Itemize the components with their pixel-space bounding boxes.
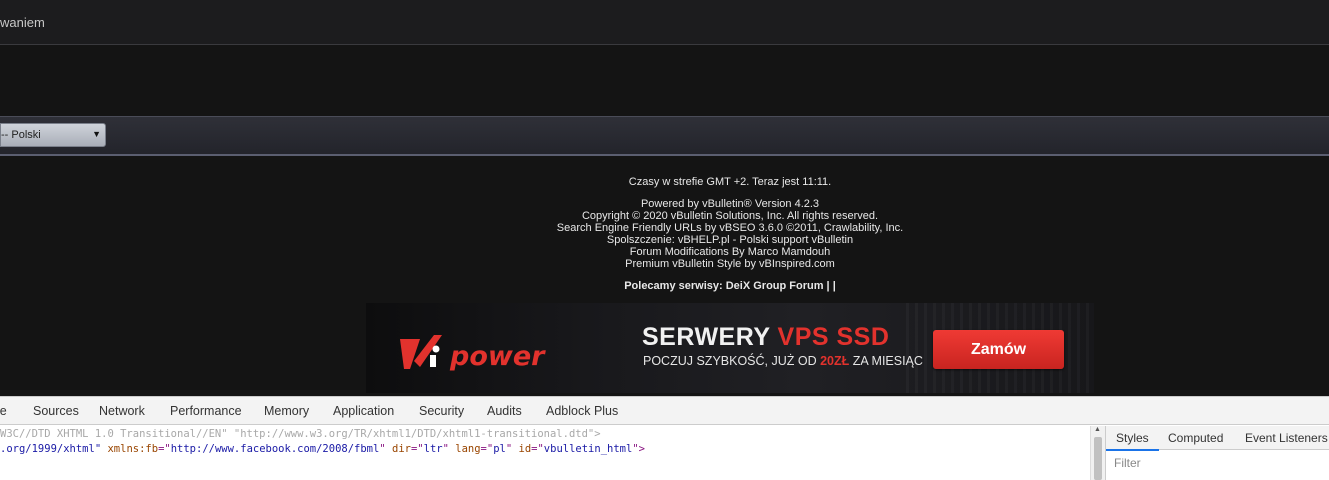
deix-forum-link[interactable]: DeiX Group Forum	[726, 280, 824, 292]
tab-audits[interactable]: Audits	[487, 404, 522, 418]
styles-sidebar: Styles Computed Event Listeners Filter	[1105, 426, 1329, 480]
code-attr: xmlns:fb	[101, 443, 159, 455]
code-attr: lang	[448, 443, 481, 455]
forum-top-bar: waniem	[0, 0, 1329, 45]
recommend-line: Polecamy serwisy: DeiX Group Forum | |	[430, 280, 1030, 292]
code-token: ="	[531, 443, 544, 455]
banner-subline: POCZUJ SZYBKOŚĆ, JUŻ OD 20ZŁ ZA MIESIĄC	[643, 354, 923, 368]
tab-console[interactable]: le	[0, 404, 7, 418]
tab-sources[interactable]: Sources	[33, 404, 79, 418]
scrollbar-thumb[interactable]	[1094, 437, 1102, 480]
style-prefix: Premium vBulletin Style by	[625, 258, 760, 270]
top-bar-text[interactable]: waniem	[0, 15, 45, 30]
html-tag-line[interactable]: .org/1999/xhtml" xmlns:fb="http://www.fa…	[0, 442, 645, 457]
banner-headline: SERWERY VPS SSD	[642, 323, 889, 352]
ad-banner[interactable]: power SERWERY VPS SSD POCZUJ SZYBKOŚĆ, J…	[366, 303, 1094, 393]
code-attr: id	[512, 443, 532, 455]
mods-prefix: Forum Modifications By	[629, 246, 748, 258]
tab-network[interactable]: Network	[99, 404, 145, 418]
code-value: pl	[493, 443, 506, 455]
tab-application[interactable]: Application	[333, 404, 394, 418]
devtools-panel: le Sources Network Performance Memory Ap…	[0, 396, 1329, 480]
code-token: ="	[410, 443, 424, 455]
doctype-line[interactable]: W3C//DTD XHTML 1.0 Transitional//EN" "ht…	[0, 427, 601, 442]
tab-computed[interactable]: Computed	[1168, 431, 1223, 445]
subline-prefix: POCZUJ SZYBKOŚĆ, JUŻ OD	[643, 354, 821, 368]
version-text: Version 4.2.3	[751, 198, 820, 210]
sponsor-text[interactable]: Spolszczenie: vBHELP.pl - Polski support…	[430, 234, 1030, 246]
headline-white: SERWERY	[642, 323, 778, 351]
code-token: ="	[480, 443, 494, 455]
logo-wordmark: power	[449, 341, 546, 372]
code-token: ">	[632, 443, 645, 455]
seo-text: Search Engine Friendly URLs by vBSEO 3.6…	[556, 222, 904, 234]
style-author-link[interactable]: vBInspired.com	[759, 258, 835, 270]
language-select-value: -- Polski	[1, 129, 41, 141]
code-value: ltr	[423, 443, 443, 455]
mods-line: Forum Modifications By Marco Mamdouh	[430, 246, 1030, 258]
elements-code-view[interactable]: W3C//DTD XHTML 1.0 Transitional//EN" "ht…	[0, 426, 1090, 480]
code-scrollbar[interactable]: ▲	[1090, 426, 1105, 480]
code-token: ="	[158, 443, 171, 455]
tab-security[interactable]: Security	[419, 404, 464, 418]
language-select[interactable]: -- Polski ▼	[0, 123, 106, 147]
subline-price: 20ZŁ	[820, 354, 850, 368]
devtools-tabs: le Sources Network Performance Memory Ap…	[0, 397, 1329, 425]
sidebar-tabs: Styles Computed Event Listeners	[1106, 426, 1329, 451]
code-value: http://www.facebook.com/2008/fbml	[170, 443, 380, 455]
mods-author-link[interactable]: Marco Mamdouh	[748, 246, 831, 258]
style-line: Premium vBulletin Style by vBInspired.co…	[430, 258, 1030, 270]
code-attr: dir	[385, 443, 411, 455]
forum-page: waniem -- Polski ▼ Czasy w strefie GMT +…	[0, 0, 1329, 396]
headline-red: VPS SSD	[777, 323, 890, 351]
language-bar: -- Polski ▼	[0, 116, 1329, 156]
tab-styles[interactable]: Styles	[1106, 431, 1159, 451]
code-token: .org/1999/xhtml"	[0, 443, 102, 455]
copyright-text: Copyright © 2020 vBulletin Solutions, In…	[581, 210, 879, 222]
subline-suffix: ZA MIESIĄC	[849, 354, 923, 368]
order-button[interactable]: Zamów	[933, 330, 1064, 369]
tab-event-listeners[interactable]: Event Listeners	[1245, 431, 1328, 445]
tab-performance[interactable]: Performance	[170, 404, 242, 418]
tab-adblock-plus[interactable]: Adblock Plus	[546, 404, 618, 418]
timezone-text: Czasy w strefie GMT +2. Teraz jest 11:11…	[628, 176, 832, 188]
recommend-separators: | |	[823, 280, 836, 292]
vbulletin-link[interactable]: vBulletin®	[702, 198, 752, 210]
recommend-label: Polecamy serwisy:	[624, 280, 723, 292]
powered-by-prefix: Powered by	[640, 198, 703, 210]
dropdown-arrow-icon: ▼	[92, 129, 101, 139]
powered-by-line: Powered by vBulletin® Version 4.2.3	[430, 198, 1030, 210]
scroll-up-icon[interactable]: ▲	[1094, 426, 1101, 433]
tab-memory[interactable]: Memory	[264, 404, 309, 418]
code-value: vbulletin_html	[543, 443, 633, 455]
styles-filter-input[interactable]: Filter	[1114, 456, 1141, 470]
vipower-logo: power	[400, 335, 546, 372]
forum-footer: Czasy w strefie GMT +2. Teraz jest 11:11…	[430, 176, 1030, 292]
